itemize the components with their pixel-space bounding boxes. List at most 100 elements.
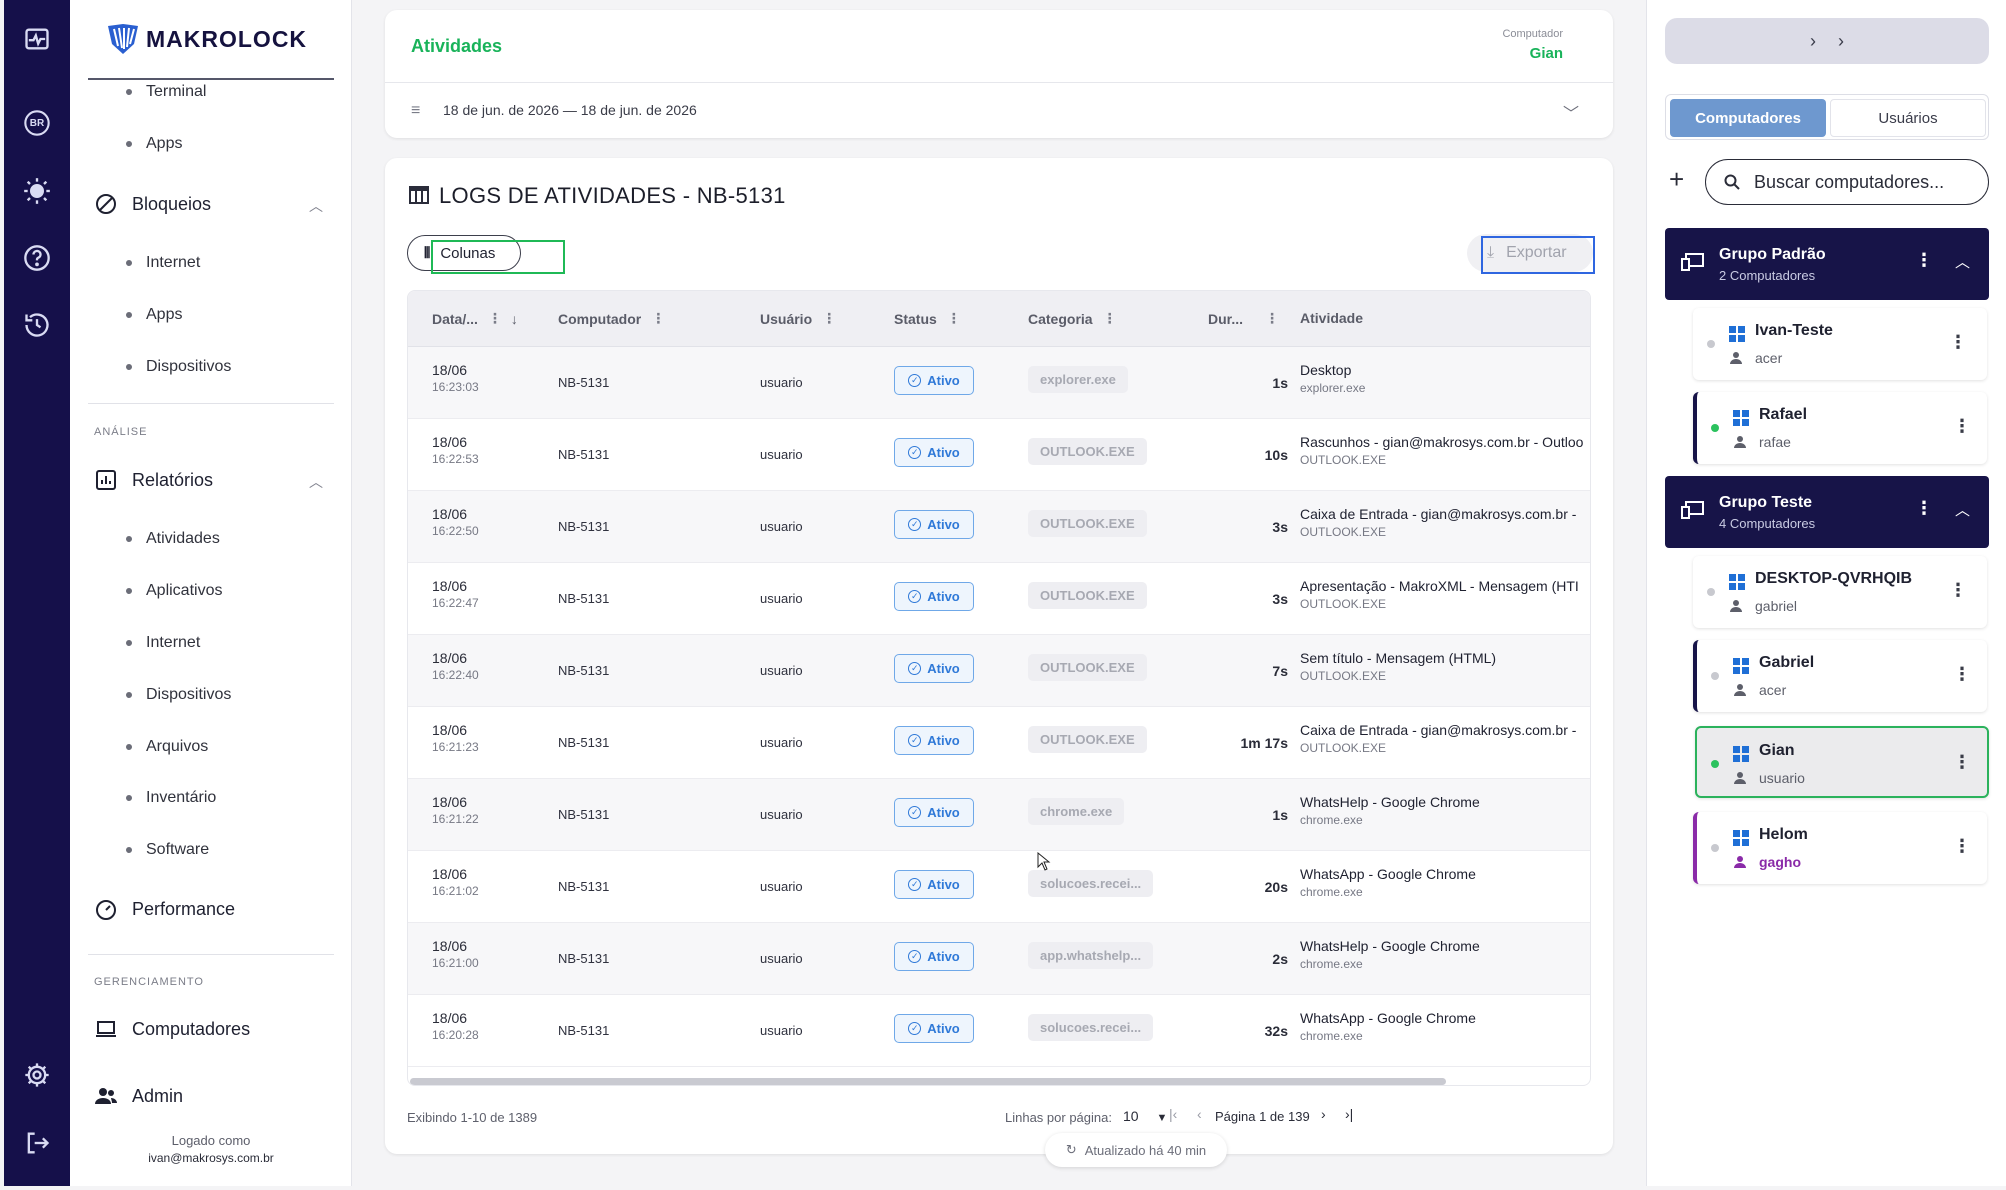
- cell-date: 18/06: [432, 722, 468, 738]
- cell-activity: Caixa de Entrada - gian@makrosys.com.br …: [1300, 722, 1577, 738]
- computer-search-input[interactable]: Buscar computadores...: [1705, 159, 1989, 205]
- computer-item[interactable]: Helom gagho ⋮: [1693, 812, 1987, 884]
- chevron-up-icon[interactable]: ︿: [1955, 251, 1970, 272]
- computer-user: rafae: [1759, 434, 1791, 450]
- updated-chip[interactable]: ↻ Atualizado há 40 min: [1045, 1133, 1227, 1167]
- chevron-right-icon[interactable]: ›: [1810, 31, 1816, 52]
- chevron-right-icon[interactable]: ›: [1838, 31, 1844, 52]
- users-group-icon: [95, 1088, 117, 1104]
- tab-usuarios[interactable]: Usuários: [1830, 99, 1986, 137]
- app-root: BR MAKROLOCK Terminal Apps Bloqueios ︿ I…: [0, 0, 2006, 1190]
- computer-group-header[interactable]: Grupo Padrão 2 Computadores ⋮ ︿: [1665, 228, 1989, 300]
- nav-relatorios-dispositivos[interactable]: Dispositivos: [126, 686, 231, 704]
- chevron-up-icon[interactable]: ︿: [309, 196, 323, 216]
- nav-apps[interactable]: Apps: [126, 135, 182, 153]
- table-row[interactable]: 18/06 16:20:28 NB-5131 usuario ✓ Ativo solucoe…: [408, 995, 1590, 1067]
- tab-computadores[interactable]: Computadores: [1670, 99, 1826, 137]
- cell-activity: Apresentação - MakroXML - Mensagem (HTI: [1300, 578, 1579, 594]
- column-header-date[interactable]: Data/... ⋮ ↓: [432, 310, 518, 327]
- chevron-up-icon[interactable]: ︿: [309, 472, 323, 492]
- check-circle-icon: ✓: [908, 734, 922, 747]
- devices-icon: [1681, 501, 1704, 519]
- column-header-status[interactable]: Status ⋮: [894, 310, 961, 327]
- chevron-down-icon[interactable]: ﹀: [1563, 100, 1579, 124]
- activity-monitor-icon[interactable]: [22, 24, 52, 54]
- table-row[interactable]: 18/06 16:21:02 NB-5131 usuario ✓ Ativo solucoe…: [408, 851, 1590, 923]
- nav-bloqueios-dispositivos[interactable]: Dispositivos: [126, 358, 231, 376]
- sort-arrow-down-icon[interactable]: ↓: [511, 311, 518, 327]
- table-row[interactable]: 18/06 16:22:47 NB-5131 usuario ✓ Ativo OUTLOOK…: [408, 563, 1590, 635]
- nav-relatorios[interactable]: Relatórios: [94, 468, 213, 492]
- column-menu-icon[interactable]: ⋮: [651, 310, 665, 327]
- column-menu-icon[interactable]: ⋮: [1103, 310, 1117, 327]
- computer-item[interactable]: Gian usuario ⋮: [1695, 726, 1989, 798]
- panel-collapse-bar[interactable]: › ›: [1665, 18, 1989, 64]
- table-row[interactable]: 18/06 16:21:22 NB-5131 usuario ✓ Ativo chrome.…: [408, 779, 1590, 851]
- settings-gear-icon[interactable]: [22, 1060, 52, 1090]
- nav-computadores[interactable]: Computadores: [94, 1017, 250, 1041]
- rows-per-page-select[interactable]: 10 ▼: [1123, 1108, 1167, 1124]
- table-row[interactable]: 18/06 16:21:00 NB-5131 usuario ✓ Ativo app.wha…: [408, 923, 1590, 995]
- computer-item[interactable]: Rafael rafae ⋮: [1693, 392, 1987, 464]
- table-row[interactable]: 18/06 16:22:53 NB-5131 usuario ✓ Ativo OUTLOOK…: [408, 419, 1590, 491]
- more-vertical-icon[interactable]: ⋮: [1953, 752, 1971, 773]
- date-range-filter[interactable]: 18 de jun. de 2026 — 18 de jun. de 2026: [443, 102, 697, 118]
- first-page-icon[interactable]: |‹: [1169, 1106, 1177, 1122]
- theme-sun-icon[interactable]: [22, 176, 52, 206]
- nav-relatorios-inventario[interactable]: Inventário: [126, 789, 216, 807]
- cell-duration: 3s: [1272, 591, 1288, 607]
- more-vertical-icon[interactable]: ⋮: [1953, 416, 1971, 437]
- nav-performance[interactable]: Performance: [94, 897, 235, 921]
- more-vertical-icon[interactable]: ⋮: [1915, 250, 1933, 271]
- more-vertical-icon[interactable]: ⋮: [1949, 332, 1967, 353]
- nav-admin[interactable]: Admin: [94, 1084, 183, 1108]
- computer-value: Gian: [1529, 45, 1563, 62]
- cell-date: 18/06: [432, 938, 468, 954]
- column-header-activity[interactable]: Atividade: [1300, 310, 1363, 326]
- prev-page-icon[interactable]: ‹: [1197, 1106, 1202, 1122]
- table-row[interactable]: 18/06 16:22:40 NB-5131 usuario ✓ Ativo OUTLOOK…: [408, 635, 1590, 707]
- column-header-category[interactable]: Categoria ⋮: [1028, 310, 1117, 327]
- nav-performance-label: Performance: [132, 898, 236, 919]
- nav-relatorios-arquivos[interactable]: Arquivos: [126, 738, 208, 756]
- last-page-icon[interactable]: ›|: [1345, 1106, 1353, 1122]
- column-menu-icon[interactable]: ⋮: [947, 310, 961, 327]
- more-vertical-icon[interactable]: ⋮: [1953, 836, 1971, 857]
- next-page-icon[interactable]: ›: [1321, 1106, 1326, 1122]
- column-menu-icon[interactable]: ⋮: [822, 310, 836, 327]
- nav-relatorios-aplicativos[interactable]: Aplicativos: [126, 582, 222, 600]
- nav-bloqueios-apps[interactable]: Apps: [126, 306, 182, 324]
- add-computer-icon[interactable]: +: [1669, 164, 1684, 195]
- computer-item[interactable]: Ivan-Teste acer ⋮: [1693, 308, 1987, 380]
- nav-relatorios-software[interactable]: Software: [126, 841, 209, 859]
- more-vertical-icon[interactable]: ⋮: [1915, 498, 1933, 519]
- nav-bloqueios[interactable]: Bloqueios: [94, 192, 211, 216]
- status-label: Ativo: [927, 805, 960, 820]
- history-icon[interactable]: [22, 310, 52, 340]
- computer-group-header[interactable]: Grupo Teste 4 Computadores ⋮ ︿: [1665, 476, 1989, 548]
- table-row[interactable]: 18/06 16:22:50 NB-5131 usuario ✓ Ativo OUTLOOK…: [408, 491, 1590, 563]
- cell-user: usuario: [760, 807, 803, 822]
- column-header-user[interactable]: Usuário ⋮: [760, 310, 836, 327]
- logout-icon[interactable]: [22, 1128, 52, 1158]
- nav-terminal[interactable]: Terminal: [126, 83, 206, 101]
- language-badge-icon[interactable]: BR: [22, 108, 52, 138]
- computer-item[interactable]: Gabriel acer ⋮: [1693, 640, 1987, 712]
- column-header-duration[interactable]: Dur... ⋮: [1208, 310, 1279, 327]
- table-row[interactable]: 18/06 16:23:03 NB-5131 usuario ✓ Ativo explore…: [408, 347, 1590, 419]
- more-vertical-icon[interactable]: ⋮: [1949, 580, 1967, 601]
- nav-bloqueios-internet[interactable]: Internet: [126, 254, 200, 272]
- table-row[interactable]: 18/06 16:21:23 NB-5131 usuario ✓ Ativo OUTLOOK…: [408, 707, 1590, 779]
- column-menu-icon[interactable]: ⋮: [1265, 310, 1279, 327]
- brand-logo[interactable]: MAKROLOCK: [106, 22, 307, 56]
- nav-relatorios-atividades[interactable]: Atividades: [126, 530, 220, 548]
- column-menu-icon[interactable]: ⋮: [488, 310, 502, 327]
- horizontal-scrollbar[interactable]: [410, 1078, 1446, 1085]
- help-icon[interactable]: [22, 243, 52, 273]
- more-vertical-icon[interactable]: ⋮: [1953, 664, 1971, 685]
- chevron-up-icon[interactable]: ︿: [1955, 499, 1970, 520]
- filter-icon[interactable]: ≡: [411, 102, 420, 120]
- nav-relatorios-internet[interactable]: Internet: [126, 634, 200, 652]
- computer-item[interactable]: DESKTOP-QVRHQIB gabriel ⋮: [1693, 556, 1987, 628]
- column-header-computer[interactable]: Computador ⋮: [558, 310, 665, 327]
